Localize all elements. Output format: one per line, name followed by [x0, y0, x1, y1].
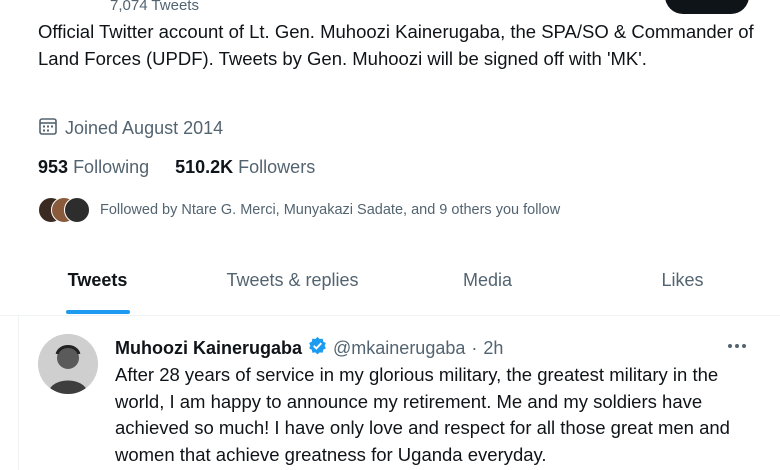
- followers-label: Followers: [238, 157, 316, 177]
- followers-count: 510.2K: [175, 157, 234, 177]
- joined-date: Joined August 2014: [38, 116, 223, 141]
- profile-bio: Official Twitter account of Lt. Gen. Muh…: [38, 21, 754, 69]
- tweet-count: 7,074 Tweets: [110, 0, 199, 14]
- tab-likes[interactable]: Likes: [585, 245, 780, 315]
- tab-label: Tweets & replies: [226, 269, 359, 290]
- tab-label: Tweets: [67, 269, 128, 290]
- tweet-time[interactable]: 2h: [483, 338, 503, 359]
- profile-tabs: Tweets Tweets & replies Media Likes: [0, 245, 780, 315]
- author-name[interactable]: Muhoozi Kainerugaba: [115, 338, 302, 359]
- tab-label: Likes: [661, 269, 704, 290]
- tab-label: Media: [462, 269, 513, 290]
- followed-by-text: Followed by Ntare G. Merci, Munyakazi Sa…: [100, 202, 561, 218]
- author-handle[interactable]: @mkainerugaba: [333, 338, 465, 359]
- active-tab-indicator: [65, 310, 130, 314]
- dot-separator: ·: [471, 337, 478, 358]
- following-label: Following: [73, 157, 150, 177]
- profile-stats: 953 Following 510.2K Followers: [38, 157, 315, 178]
- verified-badge-icon: [308, 336, 327, 360]
- calendar-icon: [38, 116, 58, 141]
- more-options-icon[interactable]: [724, 333, 750, 359]
- divider: [18, 315, 19, 470]
- divider: [0, 315, 780, 316]
- tab-media[interactable]: Media: [390, 245, 585, 315]
- followers-link[interactable]: 510.2K Followers: [175, 157, 315, 178]
- follow-button[interactable]: [665, 0, 749, 14]
- followed-by-row[interactable]: Followed by Ntare G. Merci, Munyakazi Sa…: [38, 197, 560, 223]
- tab-tweets-and-replies[interactable]: Tweets & replies: [195, 245, 390, 315]
- tweet-author-avatar[interactable]: [38, 334, 98, 394]
- tab-tweets[interactable]: Tweets: [0, 245, 195, 315]
- tweet-text: After 28 years of service in my glorious…: [115, 364, 730, 465]
- following-link[interactable]: 953 Following: [38, 157, 149, 178]
- avatar: [64, 197, 90, 223]
- following-count: 953: [38, 157, 69, 177]
- tweet-header: Muhoozi Kainerugaba @mkainerugaba · 2h: [115, 336, 503, 360]
- followers-you-know-avatars: [38, 197, 90, 223]
- joined-label: Joined August 2014: [65, 118, 224, 138]
